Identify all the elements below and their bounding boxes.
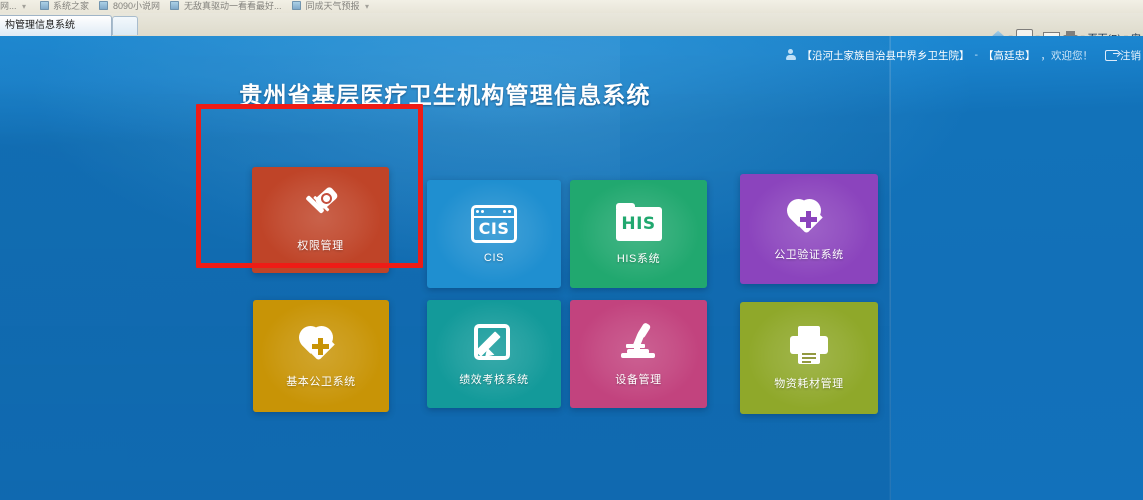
tile-permission[interactable]: 权限管理 [252, 167, 389, 273]
tab-strip: 构管理信息系统 ▾ ▾ ▾ 页面(P) ▾ 安 [0, 13, 1143, 38]
browser-window: 网... ▾ 系统之家 8090小说网 无敌真驱动一看看最好... 同成天气预报… [0, 0, 1143, 500]
logout-label: 注销 [1120, 49, 1141, 62]
edit-square-icon [474, 322, 514, 362]
microscope-icon [618, 321, 660, 362]
heart-cross-icon [294, 320, 343, 364]
tile-materials[interactable]: 物资耗材管理 [740, 302, 878, 414]
chevron-down-icon: ▾ [365, 2, 370, 11]
tile-public-health-verify[interactable]: 公卫验证系统 [740, 174, 878, 284]
module-tile-grid: 权限管理 CIS CIS HIS HIS系统 公卫验证系统 基本公卫系统 绩效考… [0, 36, 890, 500]
favorites-item[interactable]: 同成天气预报 ▾ [291, 0, 372, 13]
cis-window-icon: CIS [471, 204, 517, 243]
his-folder-icon: HIS [615, 202, 662, 241]
ie-page-icon [99, 1, 109, 10]
tile-label: 基本公卫系统 [286, 375, 356, 388]
tile-cis[interactable]: CIS CIS [427, 180, 561, 288]
favorites-item[interactable]: 系统之家 [39, 0, 90, 13]
new-tab-button[interactable] [112, 16, 138, 35]
ie-page-icon [170, 1, 180, 10]
application-viewport: 【沿河土家族自治县中界乡卫生院】 - 【高廷忠】 ，欢迎您！ 注销 贵州省基层医… [0, 36, 1143, 500]
tile-label: 物资耗材管理 [774, 377, 844, 390]
favorites-item[interactable]: 网... ▾ [0, 0, 29, 13]
user-name: 【高廷忠】 [983, 49, 1036, 62]
tile-label: 权限管理 [297, 239, 344, 252]
tile-label: 设备管理 [615, 373, 662, 386]
chevron-down-icon: ▾ [22, 2, 27, 11]
tab-label: 构管理信息系统 [5, 20, 75, 31]
printer-icon [788, 325, 830, 366]
tile-label: 绩效考核系统 [459, 373, 529, 386]
heart-cross-icon [782, 193, 831, 237]
tile-basic-public-health[interactable]: 基本公卫系统 [253, 300, 389, 412]
logout-button[interactable]: 注销 [1105, 48, 1141, 63]
favorites-item-label: 同成天气预报 [305, 1, 360, 11]
tile-label: CIS [483, 251, 505, 264]
favorites-item-label: 8090小说网 [113, 1, 161, 11]
tab-active[interactable]: 构管理信息系统 [0, 15, 112, 36]
favorites-item-label: 网... [0, 1, 17, 11]
tile-performance[interactable]: 绩效考核系统 [427, 300, 561, 408]
greeting-text: ，欢迎您！ [1040, 49, 1094, 62]
favorites-item[interactable]: 无敌真驱动一看看最好... [170, 0, 282, 13]
key-icon [300, 188, 342, 228]
favorites-item-label: 无敌真驱动一看看最好... [184, 1, 282, 11]
logout-icon [1105, 49, 1119, 61]
tile-label: HIS系统 [616, 252, 661, 265]
favorites-bar: 网... ▾ 系统之家 8090小说网 无敌真驱动一看看最好... 同成天气预报… [0, 0, 1143, 14]
separator: - [974, 49, 979, 61]
favorites-item[interactable]: 8090小说网 [99, 0, 160, 13]
tile-his[interactable]: HIS HIS系统 [570, 180, 707, 288]
ie-page-icon [39, 1, 49, 10]
favorites-item-label: 系统之家 [53, 1, 90, 11]
tile-label: 公卫验证系统 [774, 248, 844, 261]
tile-equipment[interactable]: 设备管理 [570, 300, 707, 408]
ie-page-icon [291, 1, 301, 10]
